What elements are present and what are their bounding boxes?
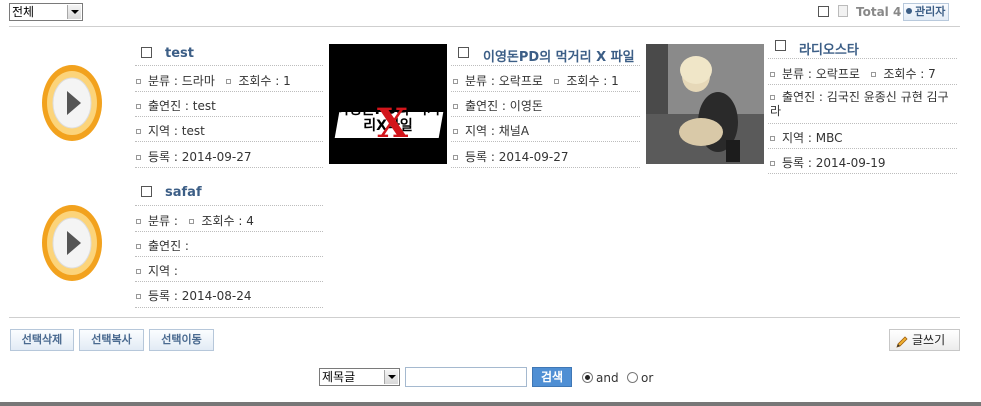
- item-cast: 출연진 :: [136, 237, 189, 254]
- item-category: 분류 : 오락프로 조회수 : 7: [770, 65, 936, 82]
- item-region: 지역 :: [136, 262, 178, 279]
- item-cast: 출연진 : 이영돈: [453, 97, 543, 114]
- item-date: 등록 : 2014-09-27: [453, 148, 569, 165]
- item-date: 등록 : 2014-09-19: [770, 154, 886, 171]
- thumbnail-photo[interactable]: [646, 44, 764, 164]
- item-date: 등록 : 2014-08-24: [136, 287, 252, 304]
- chevron-down-icon[interactable]: [384, 370, 398, 384]
- divider: [451, 116, 640, 117]
- divider: [768, 84, 957, 85]
- document-icon: [838, 5, 848, 17]
- item-category: 분류 : 오락프로 조회수 : 1: [453, 72, 619, 89]
- or-radio[interactable]: [627, 372, 638, 383]
- divider: [135, 256, 323, 257]
- pencil-icon: [896, 334, 908, 348]
- divider: [451, 65, 640, 66]
- item-category: 분류 : 드라마 조회수 : 1: [136, 72, 291, 89]
- top-divider: [9, 26, 960, 27]
- item-category: 분류 : 조회수 : 4: [136, 212, 254, 229]
- divider: [135, 116, 323, 117]
- category-filter-select[interactable]: 전체: [9, 3, 83, 21]
- play-icon[interactable]: [41, 203, 103, 281]
- and-radio[interactable]: [582, 372, 593, 383]
- divider: [135, 91, 323, 92]
- delete-selected-button[interactable]: 선택삭제: [10, 329, 74, 351]
- pin-icon: [906, 8, 912, 14]
- chevron-down-icon[interactable]: [67, 5, 81, 19]
- move-selected-button[interactable]: 선택이동: [149, 329, 214, 351]
- divider: [135, 141, 323, 142]
- divider: [768, 173, 957, 174]
- item-cast: 출연진 : 김국진 윤종신 규현 김구라: [770, 90, 949, 118]
- copy-selected-button[interactable]: 선택복사: [79, 329, 144, 351]
- divider: [135, 167, 323, 168]
- item-title[interactable]: 라디오스타: [799, 39, 859, 58]
- item-region: 지역 : test: [136, 122, 205, 139]
- divider: [768, 58, 957, 59]
- play-icon[interactable]: [41, 63, 103, 141]
- item-checkbox[interactable]: [141, 47, 152, 58]
- divider: [451, 141, 640, 142]
- bottom-border: [0, 402, 981, 406]
- divider: [768, 148, 957, 149]
- search-field-value: 제목글: [322, 370, 356, 384]
- item-cast: 출연진 : test: [136, 97, 216, 114]
- divider: [451, 91, 640, 92]
- item-checkbox[interactable]: [141, 186, 152, 197]
- admin-button[interactable]: 관리자: [903, 3, 950, 21]
- or-label: or: [641, 371, 654, 385]
- item-checkbox[interactable]: [458, 47, 469, 58]
- item-region: 지역 : 채널A: [453, 122, 529, 139]
- category-filter-value: 전체: [12, 5, 35, 19]
- divider: [135, 205, 323, 206]
- item-title[interactable]: 이영돈PD의 먹거리 X 파일: [483, 46, 635, 65]
- item-date: 등록 : 2014-09-27: [136, 148, 252, 165]
- item-region: 지역 : MBC: [770, 129, 843, 146]
- item-checkbox[interactable]: [775, 40, 786, 51]
- select-all-checkbox[interactable]: [818, 6, 829, 17]
- divider: [135, 65, 323, 66]
- divider: [135, 307, 323, 308]
- search-input[interactable]: [405, 367, 527, 387]
- search-field-select[interactable]: 제목글: [319, 368, 400, 386]
- bottom-divider: [9, 317, 960, 318]
- divider: [451, 167, 640, 168]
- item-title[interactable]: test: [165, 46, 194, 61]
- item-title[interactable]: safaf: [165, 185, 202, 200]
- divider: [135, 281, 323, 282]
- thumbnail-image[interactable]: 이영돈PD의 먹거리X파일 X: [329, 44, 447, 164]
- divider: [135, 231, 323, 232]
- write-button[interactable]: 글쓰기: [889, 329, 960, 351]
- search-button[interactable]: 검색: [532, 367, 572, 387]
- divider: [768, 123, 957, 124]
- total-count: Total 4: [856, 5, 902, 19]
- and-label: and: [596, 371, 619, 385]
